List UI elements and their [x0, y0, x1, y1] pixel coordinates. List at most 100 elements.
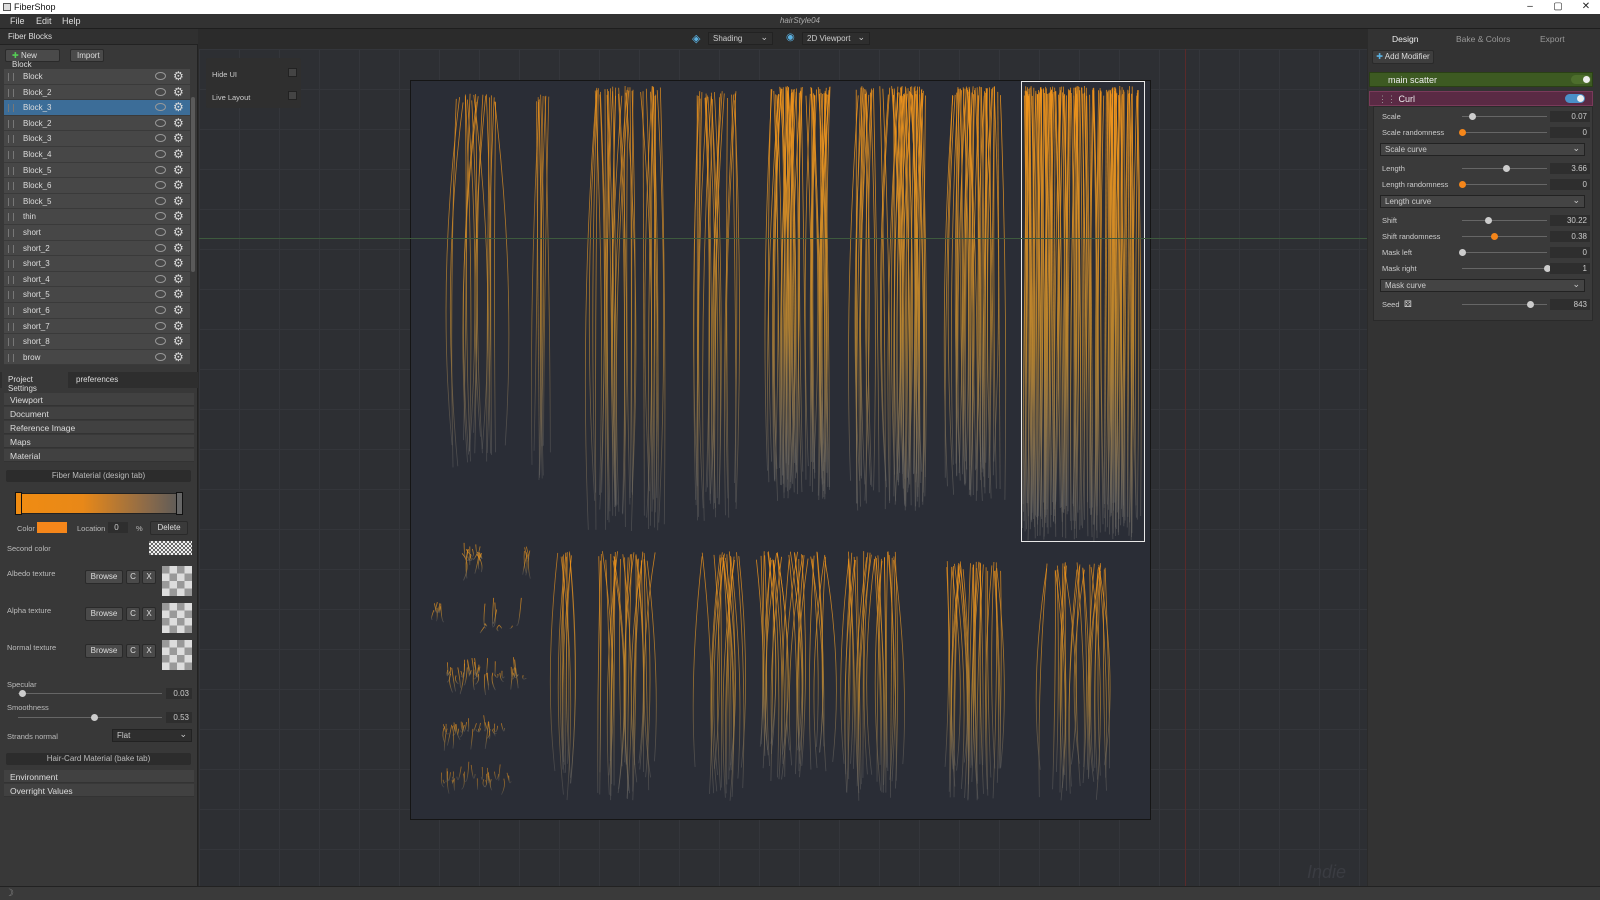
property-slider[interactable] [1462, 236, 1547, 237]
curve-select[interactable]: Scale curve ⌄ [1380, 143, 1585, 156]
visibility-eye-icon[interactable] [155, 321, 166, 330]
section-maps[interactable]: Maps [4, 435, 194, 448]
property-slider-knob[interactable] [1459, 181, 1466, 188]
drag-handle-icon[interactable] [8, 150, 14, 159]
main-scatter-toggle[interactable] [1571, 75, 1591, 84]
drag-handle-icon[interactable] [8, 244, 14, 253]
gear-icon[interactable]: ⚙ [173, 226, 184, 238]
gear-icon[interactable]: ⚙ [173, 101, 184, 113]
gear-icon[interactable]: ⚙ [173, 179, 184, 191]
location-field[interactable]: 0 [108, 522, 128, 533]
drag-handle-icon[interactable] [8, 353, 14, 362]
section-viewport[interactable]: Viewport [4, 393, 194, 406]
live-layout-checkbox[interactable] [288, 91, 297, 100]
property-slider[interactable] [1462, 268, 1547, 269]
gear-icon[interactable]: ⚙ [173, 117, 184, 129]
block-row[interactable]: Block ⚙ [4, 69, 190, 85]
minimize-button[interactable]: – [1516, 0, 1544, 14]
gear-icon[interactable]: ⚙ [173, 304, 184, 316]
property-value[interactable]: 0 [1550, 247, 1590, 258]
property-slider-knob[interactable] [1459, 129, 1466, 136]
gradient-stop-end[interactable] [176, 492, 183, 515]
drag-handle-icon[interactable] [8, 291, 14, 300]
selected-block-outline[interactable] [1021, 81, 1145, 542]
texture-thumbnail[interactable] [162, 640, 192, 670]
drag-handle-icon[interactable] [8, 182, 14, 191]
visibility-eye-icon[interactable] [155, 243, 166, 252]
specular-value[interactable]: 0.03 [166, 688, 192, 699]
color-swatch[interactable] [37, 522, 67, 533]
block-row[interactable]: short_6 ⚙ [4, 302, 190, 319]
texture-thumbnail[interactable] [162, 566, 192, 596]
hide-ui-checkbox[interactable] [288, 68, 297, 77]
drag-handle-icon[interactable] [8, 166, 14, 175]
property-slider-knob[interactable] [1484, 217, 1492, 224]
gear-icon[interactable]: ⚙ [173, 148, 184, 160]
viewport-mode-select[interactable]: 2D Viewport ⌄ [802, 32, 870, 45]
strands-normal-select[interactable]: Flat ⌄ [112, 729, 192, 742]
modifier-curl[interactable]: ⋮⋮ Curl [1369, 91, 1593, 106]
gear-icon[interactable]: ⚙ [173, 210, 184, 222]
property-slider[interactable] [1462, 220, 1547, 221]
drag-handle-icon[interactable] [8, 119, 14, 128]
drag-handle-icon[interactable] [8, 338, 14, 347]
visibility-eye-icon[interactable] [155, 305, 166, 314]
gradient-stop-start[interactable] [15, 492, 22, 515]
visibility-eye-icon[interactable] [155, 352, 166, 361]
section-environment[interactable]: Environment [4, 770, 194, 783]
texture-thumbnail[interactable] [162, 603, 192, 633]
property-value[interactable]: 0 [1550, 127, 1590, 138]
gear-icon[interactable]: ⚙ [173, 242, 184, 254]
maximize-button[interactable]: ▢ [1544, 0, 1572, 14]
smoothness-value[interactable]: 0.53 [166, 712, 192, 723]
drag-handle-icon[interactable] [8, 228, 14, 237]
section-material[interactable]: Material [4, 449, 194, 462]
smoothness-slider[interactable] [18, 717, 162, 718]
curve-select[interactable]: Mask curve ⌄ [1380, 279, 1585, 292]
block-row[interactable]: short_8 ⚙ [4, 334, 190, 350]
block-row[interactable]: brow ⚙ [4, 349, 190, 366]
property-value[interactable]: 0.07 [1550, 111, 1590, 122]
drag-handle-icon[interactable] [8, 275, 14, 284]
property-slider[interactable] [1462, 132, 1547, 133]
visibility-eye-icon[interactable] [155, 181, 166, 190]
tab-preferences[interactable]: preferences [76, 375, 118, 384]
browse-button[interactable]: Browse [85, 644, 123, 658]
new-block-button[interactable]: ✚ New Block [5, 49, 60, 69]
drag-handle-icon[interactable] [8, 88, 14, 97]
block-row[interactable]: short_2 ⚙ [4, 240, 190, 257]
clear-icon[interactable]: X [142, 644, 156, 658]
section-overright-values[interactable]: Overright Values [4, 784, 194, 797]
gear-icon[interactable]: ⚙ [173, 86, 184, 98]
visibility-eye-icon[interactable] [155, 87, 166, 96]
block-row[interactable]: Block_3 ⚙ [4, 100, 190, 116]
drag-handle-icon[interactable] [8, 260, 14, 269]
visibility-eye-icon[interactable] [155, 72, 166, 80]
clear-icon[interactable]: X [142, 570, 156, 584]
curl-toggle[interactable] [1565, 94, 1585, 103]
property-value[interactable]: 0.38 [1550, 231, 1590, 242]
drag-handle-icon[interactable] [8, 73, 14, 81]
visibility-eye-icon[interactable] [155, 227, 166, 236]
block-row[interactable]: Block_3 ⚙ [4, 131, 190, 147]
gear-icon[interactable]: ⚙ [173, 273, 184, 285]
shading-select[interactable]: Shading ⌄ [708, 32, 773, 45]
gear-icon[interactable]: ⚙ [173, 351, 184, 363]
visibility-eye-icon[interactable] [155, 134, 166, 143]
gear-icon[interactable]: ⚙ [173, 132, 184, 144]
reload-icon[interactable]: C [126, 644, 140, 658]
block-row[interactable]: short_4 ⚙ [4, 271, 190, 288]
visibility-eye-icon[interactable] [155, 196, 166, 205]
section-document[interactable]: Document [4, 407, 194, 420]
property-value[interactable]: 3.66 [1550, 163, 1590, 174]
gear-icon[interactable]: ⚙ [173, 320, 184, 332]
gear-icon[interactable]: ⚙ [173, 164, 184, 176]
section-reference-image[interactable]: Reference Image [4, 421, 194, 434]
visibility-eye-icon[interactable] [155, 337, 166, 346]
reload-icon[interactable]: C [126, 570, 140, 584]
gear-icon[interactable]: ⚙ [173, 70, 184, 82]
visibility-eye-icon[interactable] [155, 165, 166, 174]
property-value[interactable]: 1 [1550, 263, 1590, 274]
block-row[interactable]: Block_5 ⚙ [4, 162, 190, 179]
block-row[interactable]: Block_5 ⚙ [4, 193, 190, 210]
